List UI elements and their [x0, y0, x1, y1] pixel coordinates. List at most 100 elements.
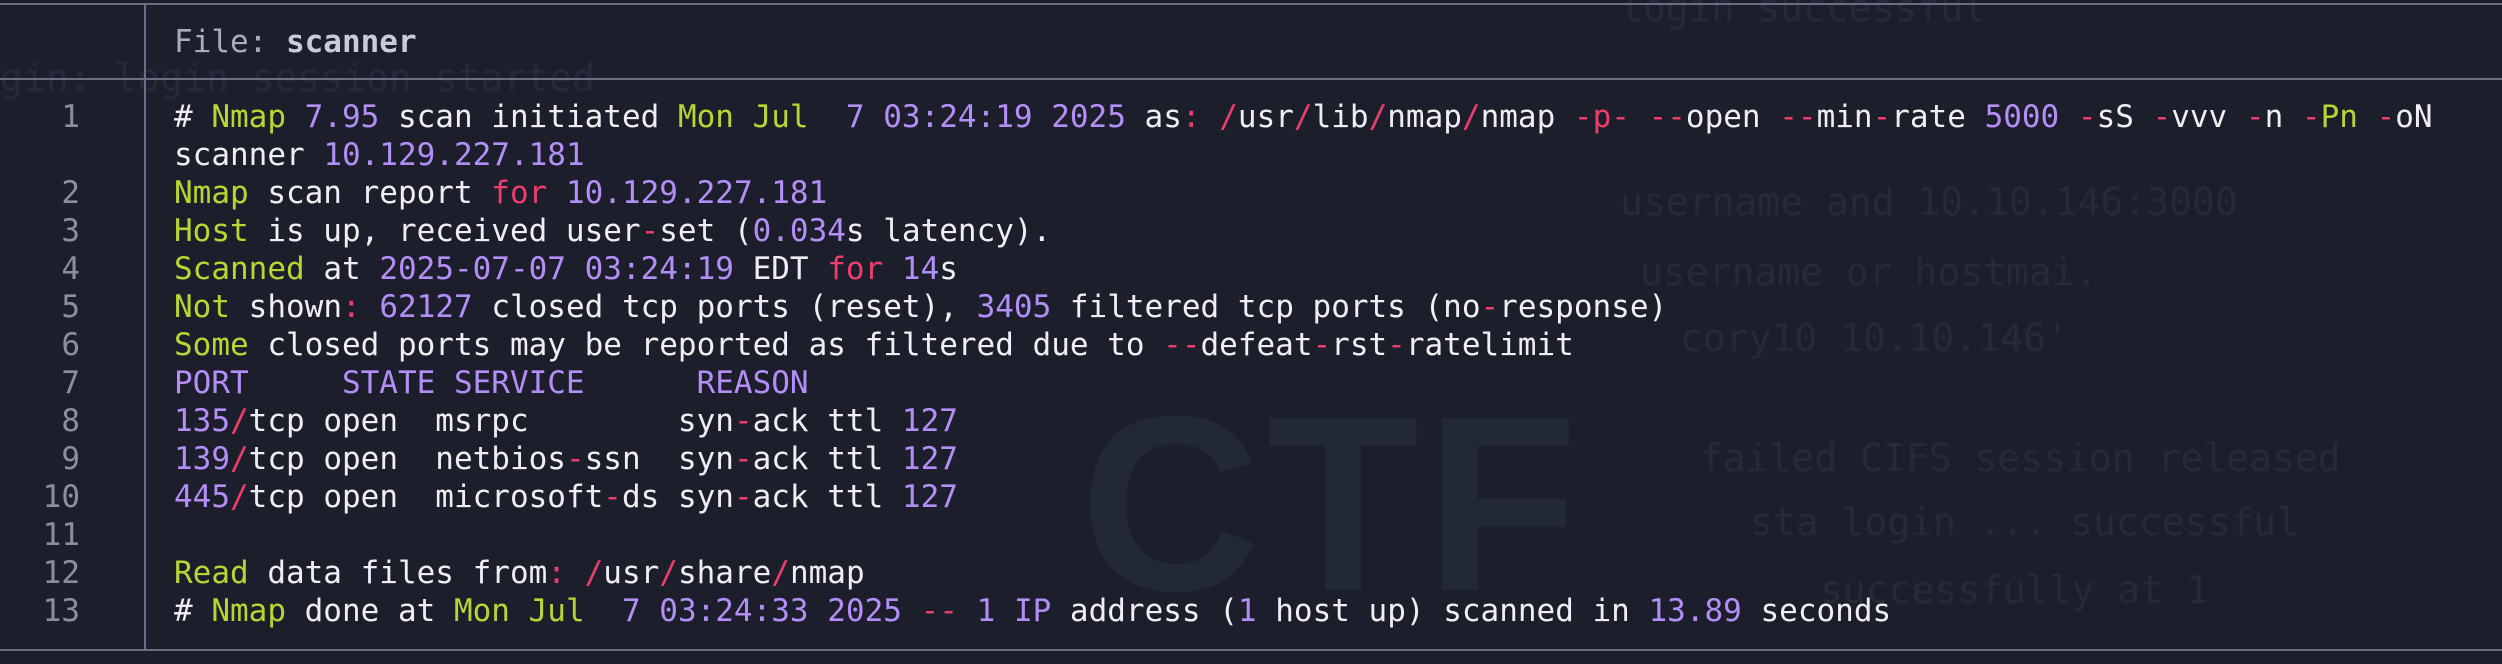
- header-separator: [0, 78, 2502, 80]
- code-token: 10.129.227.181: [565, 175, 828, 211]
- file-line: 445/tcp open microsoft-ds syn-ack ttl 12…: [174, 478, 2433, 516]
- file-line: Host is up, received user-set (0.034s la…: [174, 212, 2433, 250]
- code-token: tcp open microsoft: [248, 479, 604, 515]
- code-token: -: [2245, 99, 2265, 135]
- code-token: /: [1293, 99, 1313, 135]
- code-token: lib: [1312, 99, 1369, 135]
- code-token: --: [1648, 99, 1686, 135]
- bottom-border: [0, 649, 2502, 651]
- code-token: set (: [659, 213, 753, 249]
- code-token: nmap: [1387, 99, 1462, 135]
- code-token: /: [230, 479, 249, 515]
- code-token: data files from: [248, 555, 548, 591]
- code-token: -p-: [1573, 99, 1630, 135]
- code-token: --: [1163, 327, 1201, 363]
- code-token: -: [733, 479, 753, 515]
- file-header-prefix: File:: [174, 24, 286, 60]
- code-token: Mon Jul: [453, 593, 585, 629]
- line-number: 10: [42, 479, 80, 515]
- code-token: Pn: [2320, 99, 2358, 135]
- code-token: -: [1480, 289, 1500, 325]
- code-token: 127: [901, 441, 958, 477]
- code-token: 7 03:24:19 2025: [845, 99, 1126, 135]
- code-token: 3405: [976, 289, 1052, 325]
- code-token: /: [771, 555, 790, 591]
- file-line: # Nmap done at Mon Jul 7 03:24:33 2025 -…: [174, 592, 2433, 630]
- code-token: share: [677, 555, 772, 591]
- code-token: defeat: [1200, 327, 1313, 363]
- file-line: scanner 10.129.227.181: [174, 136, 2433, 174]
- code-token: ssn syn: [584, 441, 734, 477]
- file-line: Read data files from: /usr/share/nmap: [174, 554, 2433, 592]
- code-token: -: [1312, 327, 1332, 363]
- line-number: 12: [42, 555, 80, 591]
- code-token: --: [1779, 99, 1817, 135]
- code-token: Read: [174, 555, 249, 591]
- file-line: PORT STATE SERVICE REASON: [174, 364, 2433, 402]
- code-token: Scanned: [174, 251, 305, 287]
- line-number: 13: [42, 593, 80, 629]
- code-token: filtered tcp ports (no: [1051, 289, 1481, 325]
- code-token: 127: [901, 403, 958, 439]
- code-token: nmap: [1480, 99, 1574, 135]
- code-token: response): [1499, 289, 1668, 325]
- code-token: :: [341, 289, 361, 325]
- code-token: shown: [230, 289, 342, 325]
- code-token: is up, received user: [248, 213, 641, 249]
- code-token: /: [230, 403, 249, 439]
- code-token: /: [230, 441, 249, 477]
- code-token: usr: [603, 555, 660, 591]
- code-token: host up) scanned in: [1256, 593, 1649, 629]
- file-name: scanner: [285, 24, 417, 60]
- code-token: 7 03:24:33 2025: [621, 593, 902, 629]
- code-token: -: [2376, 99, 2396, 135]
- code-token: seconds: [1741, 593, 1892, 629]
- code-token: -: [565, 441, 585, 477]
- code-token: 135: [174, 403, 230, 439]
- code-token: for: [827, 251, 884, 287]
- code-token: /: [584, 555, 604, 591]
- code-token: ack ttl: [752, 403, 902, 439]
- code-token: -: [640, 213, 660, 249]
- line-number: 1: [61, 99, 80, 135]
- gutter-separator: [144, 3, 146, 651]
- code-token: /: [1461, 99, 1481, 135]
- code-token: scan initiated: [379, 99, 678, 135]
- code-token: Nmap: [211, 99, 286, 135]
- code-token: 5000: [1984, 99, 2060, 135]
- code-token: Nmap: [174, 175, 249, 211]
- file-line: Nmap scan report for 10.129.227.181: [174, 174, 2433, 212]
- code-token: /: [1219, 99, 1238, 135]
- file-content: # Nmap 7.95 scan initiated Mon Jul 7 03:…: [174, 98, 2433, 630]
- code-token: rst: [1331, 327, 1388, 363]
- code-token: ratelimit: [1405, 327, 1574, 363]
- top-border: [0, 3, 2502, 5]
- code-token: done at: [285, 593, 454, 629]
- code-token: n: [2264, 99, 2302, 135]
- code-token: ack ttl: [752, 479, 902, 515]
- code-token: closed tcp ports (reset),: [472, 289, 977, 325]
- code-token: s latency).: [845, 213, 1052, 249]
- code-token: 2025-07-07 03:24:19: [379, 251, 734, 287]
- code-token: 13.89: [1648, 593, 1742, 629]
- code-token: --: [920, 593, 958, 629]
- code-token: 139: [174, 441, 230, 477]
- line-number: 2: [61, 175, 80, 211]
- code-token: 0.034: [752, 213, 846, 249]
- code-token: 62127: [379, 289, 473, 325]
- line-number: 3: [61, 213, 80, 249]
- code-token: ds syn: [621, 479, 734, 515]
- file-line: 139/tcp open netbios-ssn syn-ack ttl 127: [174, 440, 2433, 478]
- file-line: Scanned at 2025-07-07 03:24:19 EDT for 1…: [174, 250, 2433, 288]
- file-line: Some closed ports may be reported as fil…: [174, 326, 2433, 364]
- line-number: 11: [42, 517, 80, 553]
- code-token: -: [2152, 99, 2172, 135]
- code-token: :: [1181, 99, 1201, 135]
